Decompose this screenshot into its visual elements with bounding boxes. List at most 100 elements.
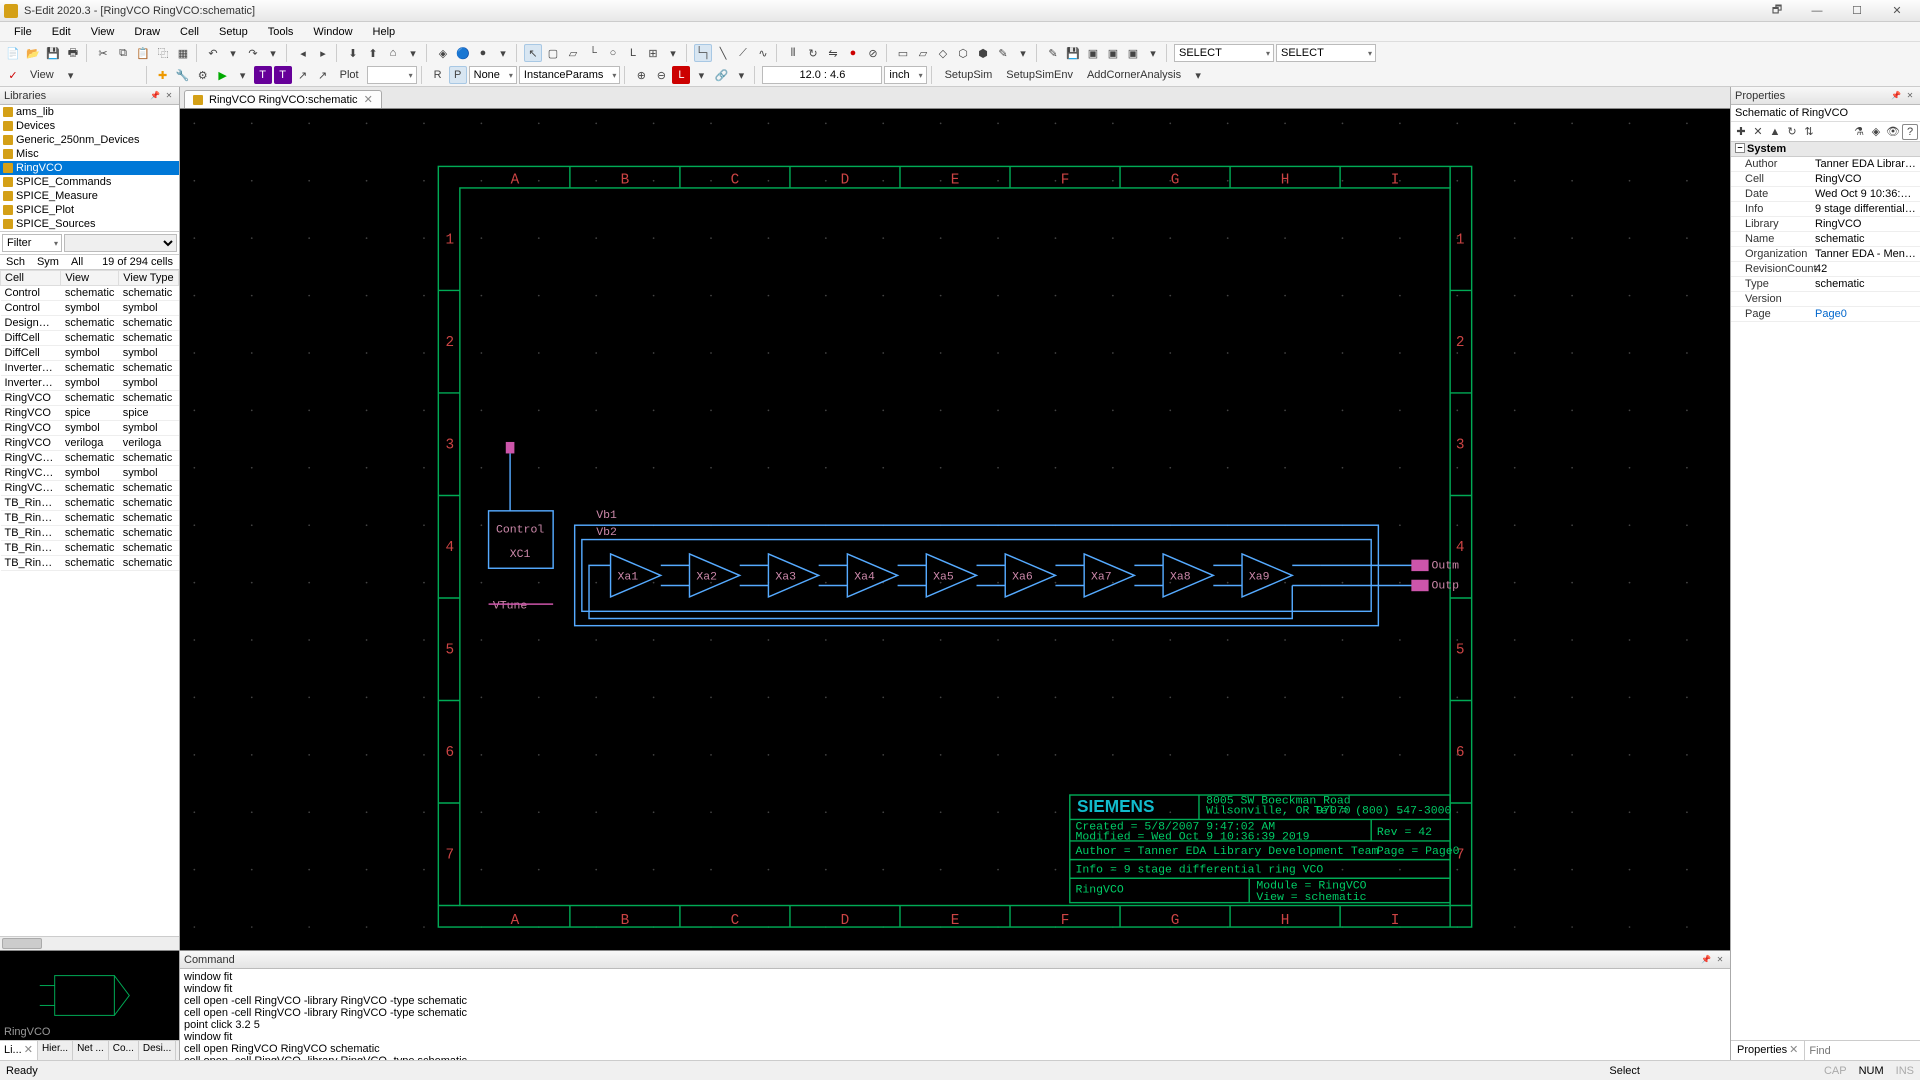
table-row[interactable]: RingVCO_ArrayBussymbolsymbol xyxy=(1,466,179,481)
table-row[interactable]: RingVCO_TestBenc...schematicschematic xyxy=(1,481,179,496)
menu-draw[interactable]: Draw xyxy=(124,24,170,40)
line-icon[interactable]: L xyxy=(624,44,642,62)
descend-icon[interactable]: ⬇ xyxy=(344,44,362,62)
menu-view[interactable]: View xyxy=(81,24,125,40)
ascend-icon[interactable]: ⬆ xyxy=(364,44,382,62)
zoom-out-icon[interactable]: ⊖ xyxy=(652,66,670,84)
pencil-icon[interactable]: ✎ xyxy=(994,44,1012,62)
sphere-icon[interactable]: 🔵 xyxy=(454,44,472,62)
tab-design[interactable]: Desi... xyxy=(139,1041,176,1060)
add-corner-button[interactable]: AddCornerAnalysis xyxy=(1081,69,1187,81)
wire-curve-icon[interactable]: ∿ xyxy=(754,44,772,62)
table-row[interactable]: RingVCOspicespice xyxy=(1,406,179,421)
table-row[interactable]: TB_RingVCOschematicschematic xyxy=(1,496,179,511)
save2-icon[interactable]: 💾 xyxy=(1064,44,1082,62)
view-dropdown-icon[interactable]: ▾ xyxy=(62,66,80,84)
col-viewtype[interactable]: View Type xyxy=(119,271,179,286)
property-row[interactable]: Version xyxy=(1731,292,1920,307)
tab-libraries[interactable]: Li...✕ xyxy=(0,1041,38,1060)
property-row[interactable]: RevisionCount42 xyxy=(1731,262,1920,277)
new-icon[interactable]: 📄 xyxy=(4,44,22,62)
command-close-icon[interactable]: ✕ xyxy=(1714,954,1726,966)
library-item[interactable]: SPICE_Plot xyxy=(0,203,179,217)
tab-properties[interactable]: Properties✕ xyxy=(1731,1041,1805,1060)
property-row[interactable]: OrganizationTanner EDA - Mentor Gr xyxy=(1731,247,1920,262)
duplicate-icon[interactable]: ⿻ xyxy=(154,44,172,62)
property-row[interactable]: CellRingVCO xyxy=(1731,172,1920,187)
menu-setup[interactable]: Setup xyxy=(209,24,258,40)
stop-icon[interactable]: ⊘ xyxy=(864,44,882,62)
layer-icon[interactable]: ◈ xyxy=(434,44,452,62)
probe2-icon[interactable]: ↗ xyxy=(314,66,332,84)
forward-icon[interactable]: ▸ xyxy=(314,44,332,62)
t2-icon[interactable]: T xyxy=(274,66,292,84)
prop-help-icon[interactable]: ? xyxy=(1902,124,1918,140)
properties-pin-icon[interactable]: 📌 xyxy=(1890,90,1902,102)
menu-edit[interactable]: Edit xyxy=(42,24,81,40)
find-input[interactable] xyxy=(1805,1041,1920,1060)
undo-dropdown-icon[interactable]: ▾ xyxy=(224,44,242,62)
filter-input[interactable] xyxy=(64,234,177,252)
table-row[interactable]: Controlschematicschematic xyxy=(1,286,179,301)
table-row[interactable]: TB_RingVCO_Resul...schematicschematic xyxy=(1,541,179,556)
property-row[interactable]: Info9 stage differential ring xyxy=(1731,202,1920,217)
prop-view2-icon[interactable]: 👁 xyxy=(1885,124,1901,140)
property-row[interactable]: DateWed Oct 9 10:36:39 201 xyxy=(1731,187,1920,202)
dropdown4-icon[interactable]: ▾ xyxy=(1014,44,1032,62)
setup-sim-env-button[interactable]: SetupSimEnv xyxy=(1000,69,1079,81)
t-icon[interactable]: T xyxy=(254,66,272,84)
play-icon[interactable]: ▶ xyxy=(214,66,232,84)
redo-icon[interactable]: ↷ xyxy=(244,44,262,62)
rect-icon[interactable]: ▢ xyxy=(544,44,562,62)
select-field-2[interactable]: SELECT xyxy=(1276,44,1376,62)
command-log[interactable]: window fitwindow fitcell open -cell Ring… xyxy=(180,969,1730,1060)
rotate-icon[interactable]: ↻ xyxy=(804,44,822,62)
property-row[interactable]: AuthorTanner EDA Library Dev xyxy=(1731,157,1920,172)
maximize-button[interactable]: ☐ xyxy=(1838,2,1876,20)
pointer-icon[interactable]: ↖ xyxy=(524,44,542,62)
align-icon[interactable]: ⫴ xyxy=(784,44,802,62)
none-select[interactable]: None xyxy=(469,66,517,84)
home-icon[interactable]: ⌂ xyxy=(384,44,402,62)
print-icon[interactable]: 🖶 xyxy=(64,44,82,62)
cell-table-hscroll[interactable] xyxy=(0,936,179,950)
flip-icon[interactable]: ⇋ xyxy=(824,44,842,62)
tab-sch[interactable]: Sch xyxy=(0,255,31,269)
shape1-icon[interactable]: ▭ xyxy=(894,44,912,62)
prop-new-icon[interactable]: ✚ xyxy=(1733,124,1749,140)
wrench-icon[interactable]: 🔧 xyxy=(174,66,192,84)
prop-sort-icon[interactable]: ⇅ xyxy=(1801,124,1817,140)
chip3-icon[interactable]: ▣ xyxy=(1124,44,1142,62)
edit-icon[interactable]: ✎ xyxy=(1044,44,1062,62)
properties-close-icon[interactable]: ✕ xyxy=(1904,90,1916,102)
instance-icon[interactable]: ⊞ xyxy=(644,44,662,62)
undo-icon[interactable]: ↶ xyxy=(204,44,222,62)
check-icon[interactable]: ✓ xyxy=(4,66,22,84)
coord-input[interactable] xyxy=(762,66,882,84)
minimize-button[interactable]: — xyxy=(1798,2,1836,20)
prop-filter-icon[interactable]: ⚗ xyxy=(1851,124,1867,140)
library-item[interactable]: Generic_250nm_Devices xyxy=(0,133,179,147)
gear-icon[interactable]: ⚙ xyxy=(194,66,212,84)
library-item[interactable]: SPICE_Measure xyxy=(0,189,179,203)
library-item[interactable]: SPICE_Sources xyxy=(0,217,179,231)
close-panel-icon[interactable]: ✕ xyxy=(163,90,175,102)
prop-view1-icon[interactable]: ◈ xyxy=(1868,124,1884,140)
library-item[interactable]: RingVCO xyxy=(0,161,179,175)
instance-params-select[interactable]: InstanceParams xyxy=(519,66,620,84)
menu-help[interactable]: Help xyxy=(363,24,406,40)
grid-icon[interactable]: ▦ xyxy=(174,44,192,62)
property-row[interactable]: LibraryRingVCO xyxy=(1731,217,1920,232)
link-icon[interactable]: 🔗 xyxy=(712,66,730,84)
play-dropdown-icon[interactable]: ▾ xyxy=(234,66,252,84)
table-row[interactable]: DiffCellschematicschematic xyxy=(1,331,179,346)
table-row[interactable]: TB_RingVCO_Tuneschematicschematic xyxy=(1,556,179,571)
dropdown5-icon[interactable]: ▾ xyxy=(1144,44,1162,62)
zoom-in-icon[interactable]: ⊕ xyxy=(632,66,650,84)
cut-icon[interactable]: ✂ xyxy=(94,44,112,62)
table-row[interactable]: Controlsymbolsymbol xyxy=(1,301,179,316)
shape5-icon[interactable]: ⬢ xyxy=(974,44,992,62)
property-row[interactable]: Typeschematic xyxy=(1731,277,1920,292)
circle-icon[interactable]: ● xyxy=(474,44,492,62)
table-row[interactable]: RingVCOsymbolsymbol xyxy=(1,421,179,436)
